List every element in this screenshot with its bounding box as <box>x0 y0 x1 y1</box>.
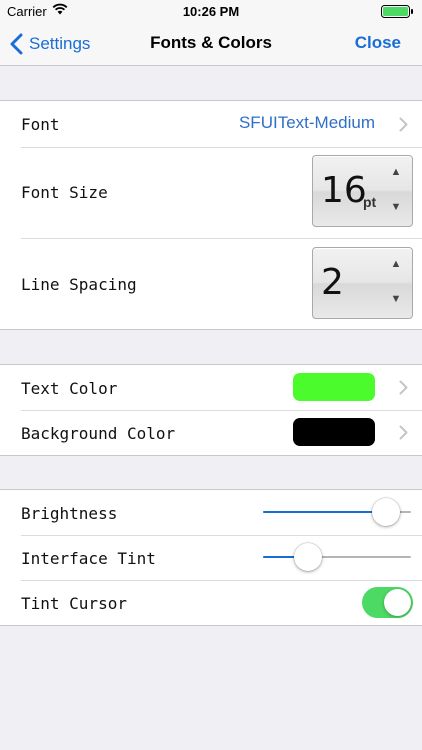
background-color-label: Background Color <box>21 424 176 443</box>
line-spacing-row: Line Spacing 2 ▲ ▼ <box>0 238 422 329</box>
tint-cursor-label: Tint Cursor <box>21 594 127 613</box>
stepper-up-icon[interactable]: ▲ <box>388 166 404 178</box>
slider-thumb[interactable] <box>294 543 323 571</box>
text-color-swatch[interactable] <box>293 373 375 401</box>
font-size-value: 16 <box>321 170 367 211</box>
background-color-swatch[interactable] <box>293 418 375 446</box>
slider-thumb[interactable] <box>372 498 401 526</box>
brightness-slider[interactable] <box>263 497 411 527</box>
battery-icon <box>381 5 414 18</box>
stepper-down-icon[interactable]: ▼ <box>388 293 404 305</box>
toggle-knob <box>384 589 411 616</box>
line-spacing-value: 2 <box>321 262 344 303</box>
chevron-right-icon <box>399 117 408 132</box>
line-spacing-label: Line Spacing <box>21 275 137 294</box>
status-time: 10:26 PM <box>182 4 240 19</box>
font-label: Font <box>21 115 60 134</box>
chevron-right-icon <box>399 380 408 395</box>
slider-track-fill <box>263 511 387 513</box>
font-size-row: Font Size 16 pt ▲ ▼ <box>0 147 422 238</box>
text-color-label: Text Color <box>21 379 118 398</box>
interface-tint-row: Interface Tint <box>0 535 422 580</box>
status-bar: Carrier 10:26 PM <box>0 0 422 22</box>
interface-tint-slider[interactable] <box>263 542 411 572</box>
stepper-up-icon[interactable]: ▲ <box>388 258 404 270</box>
navigation-bar: Settings Fonts & Colors Close <box>0 22 422 66</box>
line-spacing-stepper[interactable]: 2 ▲ ▼ <box>312 247 413 319</box>
screen: Carrier 10:26 PM Settings Fonts & Colors <box>0 0 422 750</box>
tint-cursor-row: Tint Cursor <box>0 580 422 625</box>
text-color-row[interactable]: Text Color <box>0 365 422 410</box>
stepper-down-icon[interactable]: ▼ <box>388 201 404 213</box>
color-settings-group: Text Color Background Color <box>0 364 422 456</box>
brightness-label: Brightness <box>21 504 118 523</box>
font-value: SFUIText-Medium <box>238 113 375 132</box>
font-size-label: Font Size <box>21 183 108 202</box>
font-row[interactable]: Font SFUIText-Medium <box>0 101 422 147</box>
close-button[interactable]: Close <box>355 33 401 53</box>
font-size-stepper[interactable]: 16 pt ▲ ▼ <box>312 155 413 227</box>
background-color-row[interactable]: Background Color <box>0 410 422 455</box>
font-settings-group: Font SFUIText-Medium Font Size 16 pt ▲ ▼… <box>0 100 422 330</box>
interface-tint-label: Interface Tint <box>21 549 156 568</box>
display-settings-group: Brightness Interface Tint Tint Cursor <box>0 489 422 626</box>
font-size-unit: pt <box>363 194 377 210</box>
tint-cursor-toggle[interactable] <box>362 587 413 618</box>
chevron-right-icon <box>399 425 408 440</box>
brightness-row: Brightness <box>0 490 422 535</box>
